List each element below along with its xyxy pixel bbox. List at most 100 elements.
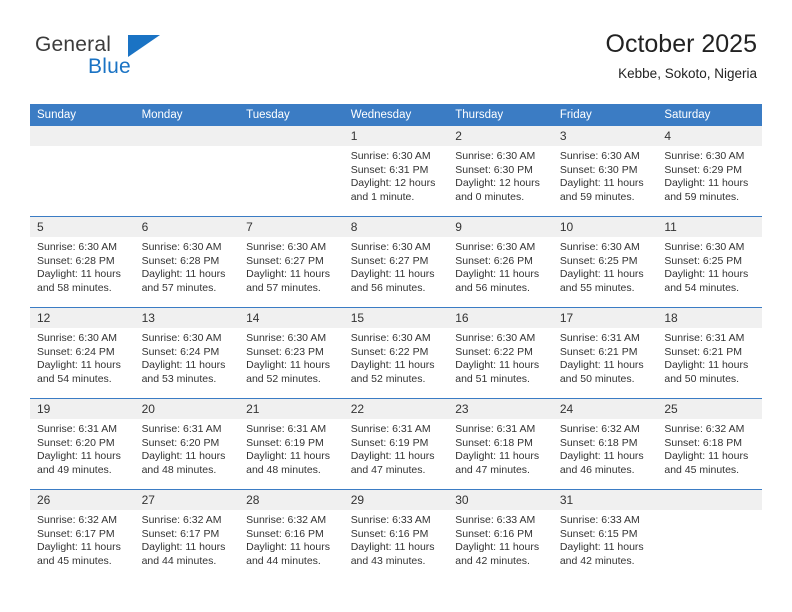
- sunrise-text: Sunrise: 6:30 AM: [559, 241, 640, 253]
- calendar-day-cell[interactable]: 20 Sunrise: 6:31 AM Sunset: 6:20 PM Dayligh…: [134, 398, 240, 490]
- day-details: Sunrise: 6:30 AM Sunset: 6:24 PM Daylight:…: [135, 328, 240, 386]
- calendar-day-cell[interactable]: 31 Sunrise: 6:33 AM Sunset: 6:15 PM Dayligh…: [552, 489, 658, 580]
- calendar-day-cell[interactable]: 2 Sunrise: 6:30 AM Sunset: 6:30 PM Daylight…: [448, 126, 553, 217]
- page-header: General Blue October 2025 Kebbe, Sokoto,…: [0, 0, 792, 100]
- day-details: Sunrise: 6:30 AM Sunset: 6:29 PM Daylight:…: [657, 146, 762, 204]
- calendar-day-cell[interactable]: 25 Sunrise: 6:32 AM Sunset: 6:18 PM Dayligh…: [657, 398, 762, 490]
- day-number: 25: [657, 399, 762, 419]
- day-details: Sunrise: 6:31 AM Sunset: 6:18 PM Daylight:…: [448, 419, 553, 477]
- sunrise-text: Sunrise: 6:30 AM: [559, 150, 640, 162]
- calendar-day-cell[interactable]: 17 Sunrise: 6:31 AM Sunset: 6:21 PM Dayligh…: [552, 307, 658, 399]
- calendar-day-cell[interactable]: 3 Sunrise: 6:30 AM Sunset: 6:30 PM Daylight…: [552, 126, 658, 217]
- page-subtitle: Kebbe, Sokoto, Nigeria: [618, 65, 757, 81]
- day-number: 23: [448, 399, 553, 419]
- sunset-text: Sunset: 6:19 PM: [350, 436, 429, 449]
- daylight-text-line2: and 42 minutes.: [455, 554, 530, 567]
- sunrise-text: Sunrise: 6:33 AM: [455, 514, 536, 526]
- daylight-text-line2: and 57 minutes.: [141, 281, 217, 294]
- weekday-header-row: Sunday Monday Tuesday Wednesday Thursday…: [30, 104, 762, 126]
- blue-triangle-icon: [128, 35, 160, 57]
- day-details: Sunrise: 6:31 AM Sunset: 6:20 PM Daylight:…: [30, 419, 135, 477]
- calendar-day-cell[interactable]: 5 Sunrise: 6:30 AM Sunset: 6:28 PM Daylight…: [30, 216, 135, 308]
- calendar-day-cell[interactable]: 1 Sunrise: 6:30 AM Sunset: 6:31 PM Daylight…: [343, 126, 449, 217]
- sunset-text: Sunset: 6:15 PM: [559, 527, 638, 540]
- calendar-day-cell[interactable]: 15 Sunrise: 6:30 AM Sunset: 6:22 PM Dayligh…: [343, 307, 449, 399]
- weekday-header-monday: Monday: [134, 104, 240, 126]
- logo-text-blue: Blue: [88, 55, 131, 78]
- calendar-day-cell[interactable]: 21 Sunrise: 6:31 AM Sunset: 6:19 PM Dayligh…: [239, 398, 344, 490]
- calendar-day-cell[interactable]: 8 Sunrise: 6:30 AM Sunset: 6:27 PM Daylight…: [343, 216, 449, 308]
- daylight-text-line1: Daylight: 11 hours: [37, 359, 121, 371]
- day-number: 22: [343, 399, 449, 419]
- sunset-text: Sunset: 6:20 PM: [141, 436, 220, 449]
- day-details: Sunrise: 6:30 AM Sunset: 6:28 PM Daylight:…: [135, 237, 240, 295]
- calendar-day-cell[interactable]: 22 Sunrise: 6:31 AM Sunset: 6:19 PM Dayligh…: [343, 398, 449, 490]
- day-number: 30: [448, 490, 553, 510]
- day-details: Sunrise: 6:31 AM Sunset: 6:21 PM Daylight:…: [657, 328, 762, 386]
- calendar-week-row: 26 Sunrise: 6:32 AM Sunset: 6:17 PM Dayligh…: [30, 489, 762, 580]
- calendar-day-cell[interactable]: 29 Sunrise: 6:33 AM Sunset: 6:16 PM Dayligh…: [343, 489, 449, 580]
- daylight-text-line2: and 44 minutes.: [141, 554, 217, 567]
- daylight-text-line2: and 59 minutes.: [559, 190, 635, 203]
- day-number: 19: [30, 399, 135, 419]
- calendar-day-cell[interactable]: 10 Sunrise: 6:30 AM Sunset: 6:25 PM Dayligh…: [552, 216, 658, 308]
- calendar-day-cell[interactable]: 28 Sunrise: 6:32 AM Sunset: 6:16 PM Dayligh…: [239, 489, 344, 580]
- calendar-day-cell[interactable]: 26 Sunrise: 6:32 AM Sunset: 6:17 PM Dayligh…: [30, 489, 135, 580]
- calendar-day-cell[interactable]: 27 Sunrise: 6:32 AM Sunset: 6:17 PM Dayligh…: [134, 489, 240, 580]
- day-number: [134, 126, 240, 146]
- calendar-day-cell[interactable]: 6 Sunrise: 6:30 AM Sunset: 6:28 PM Daylight…: [134, 216, 240, 308]
- daylight-text-line1: Daylight: 11 hours: [246, 268, 330, 280]
- day-number: [657, 490, 762, 510]
- daylight-text-line1: Daylight: 11 hours: [455, 268, 540, 280]
- day-number: 1: [343, 126, 449, 146]
- day-details: Sunrise: 6:33 AM Sunset: 6:16 PM Daylight:…: [344, 510, 449, 568]
- day-number: 3: [552, 126, 658, 146]
- calendar-day-cell[interactable]: 4 Sunrise: 6:30 AM Sunset: 6:29 PM Daylight…: [657, 126, 762, 217]
- sunset-text: Sunset: 6:22 PM: [455, 345, 533, 358]
- calendar-day-cell-empty[interactable]: [657, 489, 762, 580]
- daylight-text-line2: and 56 minutes.: [350, 281, 426, 294]
- day-number: 18: [657, 308, 762, 328]
- sunrise-text: Sunrise: 6:30 AM: [141, 241, 222, 253]
- daylight-text-line1: Daylight: 11 hours: [37, 450, 121, 462]
- day-details: Sunrise: 6:30 AM Sunset: 6:22 PM Daylight:…: [344, 328, 449, 386]
- calendar-day-cell[interactable]: 12 Sunrise: 6:30 AM Sunset: 6:24 PM Dayligh…: [30, 307, 135, 399]
- calendar-day-cell[interactable]: 11 Sunrise: 6:30 AM Sunset: 6:25 PM Dayligh…: [657, 216, 762, 308]
- sunrise-text: Sunrise: 6:31 AM: [559, 332, 640, 344]
- day-number: 5: [30, 217, 135, 237]
- calendar-day-cell-empty[interactable]: [239, 126, 344, 217]
- daylight-text-line2: and 54 minutes.: [664, 281, 740, 294]
- page-title: October 2025: [605, 30, 758, 58]
- sunrise-text: Sunrise: 6:30 AM: [246, 241, 327, 253]
- calendar-day-cell[interactable]: 14 Sunrise: 6:30 AM Sunset: 6:23 PM Dayligh…: [239, 307, 344, 399]
- daylight-text-line2: and 48 minutes.: [141, 463, 217, 476]
- calendar-day-cell-empty[interactable]: [134, 126, 240, 217]
- day-details: Sunrise: 6:31 AM Sunset: 6:19 PM Daylight:…: [239, 419, 344, 477]
- day-details: Sunrise: 6:30 AM Sunset: 6:26 PM Daylight:…: [448, 237, 553, 295]
- day-details: Sunrise: 6:31 AM Sunset: 6:19 PM Daylight:…: [344, 419, 449, 477]
- sunrise-text: Sunrise: 6:30 AM: [664, 241, 745, 253]
- calendar-day-cell-empty[interactable]: [30, 126, 135, 217]
- daylight-text-line1: Daylight: 12 hours: [455, 177, 540, 189]
- daylight-text-line1: Daylight: 11 hours: [664, 359, 749, 371]
- calendar-day-cell[interactable]: 24 Sunrise: 6:32 AM Sunset: 6:18 PM Dayligh…: [552, 398, 658, 490]
- day-details: Sunrise: 6:31 AM Sunset: 6:21 PM Daylight:…: [553, 328, 658, 386]
- day-number: 15: [343, 308, 449, 328]
- title-block: October 2025 Kebbe, Sokoto, Nigeria: [606, 30, 758, 82]
- daylight-text-line1: Daylight: 11 hours: [350, 268, 435, 280]
- calendar-day-cell[interactable]: 18 Sunrise: 6:31 AM Sunset: 6:21 PM Dayligh…: [657, 307, 762, 399]
- sunrise-text: Sunrise: 6:30 AM: [455, 150, 536, 162]
- day-number: 16: [448, 308, 553, 328]
- calendar-day-cell[interactable]: 23 Sunrise: 6:31 AM Sunset: 6:18 PM Dayligh…: [448, 398, 553, 490]
- calendar-day-cell[interactable]: 7 Sunrise: 6:30 AM Sunset: 6:27 PM Daylight…: [239, 216, 344, 308]
- day-number: 24: [552, 399, 658, 419]
- calendar-day-cell[interactable]: 9 Sunrise: 6:30 AM Sunset: 6:26 PM Daylight…: [448, 216, 553, 308]
- calendar-day-cell[interactable]: 13 Sunrise: 6:30 AM Sunset: 6:24 PM Dayligh…: [134, 307, 240, 399]
- day-details: Sunrise: 6:30 AM Sunset: 6:22 PM Daylight:…: [448, 328, 553, 386]
- calendar-day-cell[interactable]: 16 Sunrise: 6:30 AM Sunset: 6:22 PM Dayligh…: [448, 307, 553, 399]
- sunrise-text: Sunrise: 6:30 AM: [455, 241, 536, 253]
- daylight-text-line2: and 49 minutes.: [37, 463, 112, 476]
- day-details: Sunrise: 6:30 AM Sunset: 6:30 PM Daylight:…: [553, 146, 658, 204]
- calendar-day-cell[interactable]: 30 Sunrise: 6:33 AM Sunset: 6:16 PM Dayligh…: [448, 489, 553, 580]
- calendar-day-cell[interactable]: 19 Sunrise: 6:31 AM Sunset: 6:20 PM Dayligh…: [30, 398, 135, 490]
